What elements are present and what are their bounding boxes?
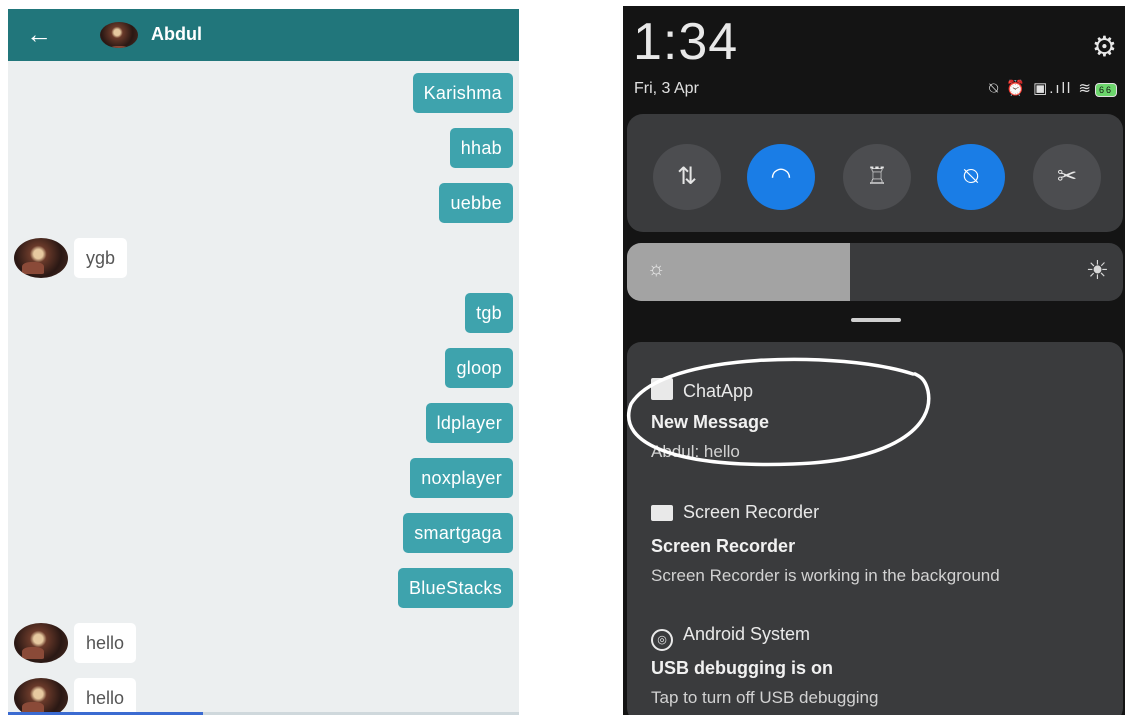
notification-text[interactable]: Abdul: hello	[651, 442, 740, 462]
flashlight-toggle-icon[interactable]: ♖	[843, 144, 911, 210]
quick-settings-panel: ⇅ ◠ ♖ ⍉ ✂	[627, 114, 1123, 232]
outgoing-message[interactable]: ldplayer	[425, 403, 513, 443]
brightness-low-icon: ☼	[647, 258, 666, 280]
notification-recorder-header[interactable]: Screen Recorder	[651, 502, 819, 523]
chatapp-icon	[651, 378, 673, 400]
notification-android-header[interactable]: ◎ Android System	[651, 624, 810, 651]
outgoing-message[interactable]: Karishma	[412, 73, 513, 113]
wifi-toggle-icon[interactable]: ◠	[747, 144, 815, 210]
sender-avatar[interactable]	[14, 238, 68, 278]
date: Fri, 3 Apr	[634, 80, 699, 97]
sender-avatar[interactable]	[14, 623, 68, 663]
back-arrow-icon[interactable]: ←	[24, 20, 54, 50]
mobile-data-toggle-icon[interactable]: ⇅	[653, 144, 721, 210]
notification-title[interactable]: USB debugging is on	[651, 658, 833, 679]
chat-screen: ← Abdul Karishma hhab uebbe ygb tgb gloop ldpl…	[8, 9, 519, 715]
screenshot-toggle-icon[interactable]: ✂	[1033, 144, 1101, 210]
outgoing-message[interactable]: gloop	[445, 348, 513, 388]
notification-app-name: Android System	[683, 624, 811, 644]
outgoing-message[interactable]: BlueStacks	[397, 568, 513, 608]
contact-avatar[interactable]	[100, 22, 138, 48]
notification-chatapp-header[interactable]: ChatApp	[651, 378, 753, 402]
outgoing-message[interactable]: tgb	[465, 293, 513, 333]
notification-panel: ChatApp New Message Abdul: hello Screen …	[627, 342, 1123, 715]
notification-title[interactable]: Screen Recorder	[651, 536, 795, 557]
status-icons: ⍉ ⏰ ▣.ıll ≋ 66	[989, 79, 1117, 97]
outgoing-message[interactable]: hhab	[449, 128, 513, 168]
notification-shade: 1:34 ⚙ Fri, 3 Apr ⍉ ⏰ ▣.ıll ≋ 66 ⇅ ◠ ♖ ⍉ …	[623, 6, 1125, 715]
notification-title[interactable]: New Message	[651, 412, 769, 433]
notification-text[interactable]: Tap to turn off USB debugging	[651, 688, 878, 708]
brightness-high-icon: ☀	[1085, 255, 1109, 285]
android-system-icon: ◎	[651, 629, 673, 651]
incoming-message[interactable]: ygb	[74, 238, 128, 278]
notification-app-name: Screen Recorder	[683, 502, 820, 522]
notification-text[interactable]: Screen Recorder is working in the backgr…	[651, 566, 1000, 586]
outgoing-message[interactable]: noxplayer	[410, 458, 513, 498]
incoming-message[interactable]: hello	[74, 623, 137, 663]
sender-avatar[interactable]	[14, 678, 68, 715]
gear-icon[interactable]: ⚙	[1092, 30, 1117, 63]
video-camera-icon	[651, 505, 673, 521]
silent-toggle-icon[interactable]: ⍉	[937, 144, 1005, 210]
chat-header: ← Abdul	[8, 9, 519, 61]
brightness-slider[interactable]: ☼ ☀	[627, 243, 1123, 301]
outgoing-message[interactable]: smartgaga	[403, 513, 513, 553]
battery-icon: 66	[1094, 83, 1117, 97]
contact-name[interactable]: Abdul	[151, 24, 202, 45]
status-icons-text: ⍉ ⏰ ▣.ıll ≋	[989, 80, 1093, 97]
incoming-message[interactable]: hello	[74, 678, 137, 715]
drag-handle[interactable]	[851, 318, 901, 322]
clock: 1:34	[633, 13, 739, 71]
outgoing-message[interactable]: uebbe	[439, 183, 513, 223]
notification-app-name: ChatApp	[683, 381, 754, 401]
